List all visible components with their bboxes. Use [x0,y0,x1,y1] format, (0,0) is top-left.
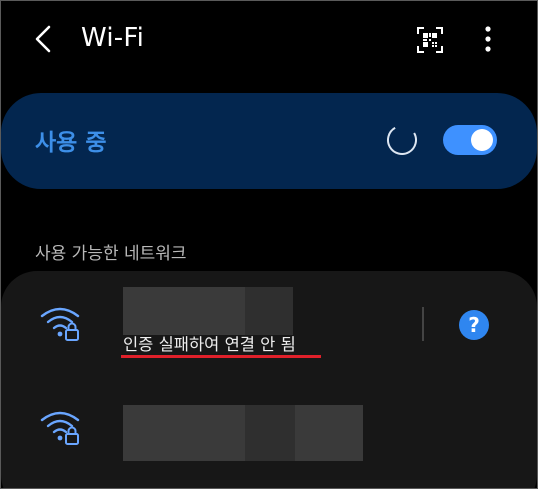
help-button[interactable]: ? [459,310,489,340]
wifi-settings-screen: Wi-Fi 사용 중 사용 가능한 네트워크 인증 실패하여 연결 안 됨 ? [0,0,538,489]
network-status: 인증 실패하여 연결 안 됨 [123,335,296,354]
qr-scan-icon [417,27,443,53]
back-button[interactable] [29,21,61,57]
available-networks-header: 사용 가능한 네트워크 [35,244,187,264]
chevron-left-icon [35,25,51,53]
master-switch-label: 사용 중 [35,130,107,156]
wifi-lock-icon [40,307,80,341]
qr-scan-button[interactable] [415,25,445,55]
network-name-redacted [123,405,363,461]
row-divider [422,307,424,341]
more-vertical-icon [485,26,491,52]
more-options-button[interactable] [475,23,501,57]
network-name-redacted [123,287,293,335]
scanning-spinner-icon [387,125,417,155]
highlight-underline [121,355,321,358]
toggle-knob [471,129,493,151]
wifi-toggle-switch[interactable] [443,125,497,155]
app-bar: Wi-Fi [1,1,537,79]
wifi-lock-icon [40,411,80,445]
page-title: Wi-Fi [81,23,145,53]
